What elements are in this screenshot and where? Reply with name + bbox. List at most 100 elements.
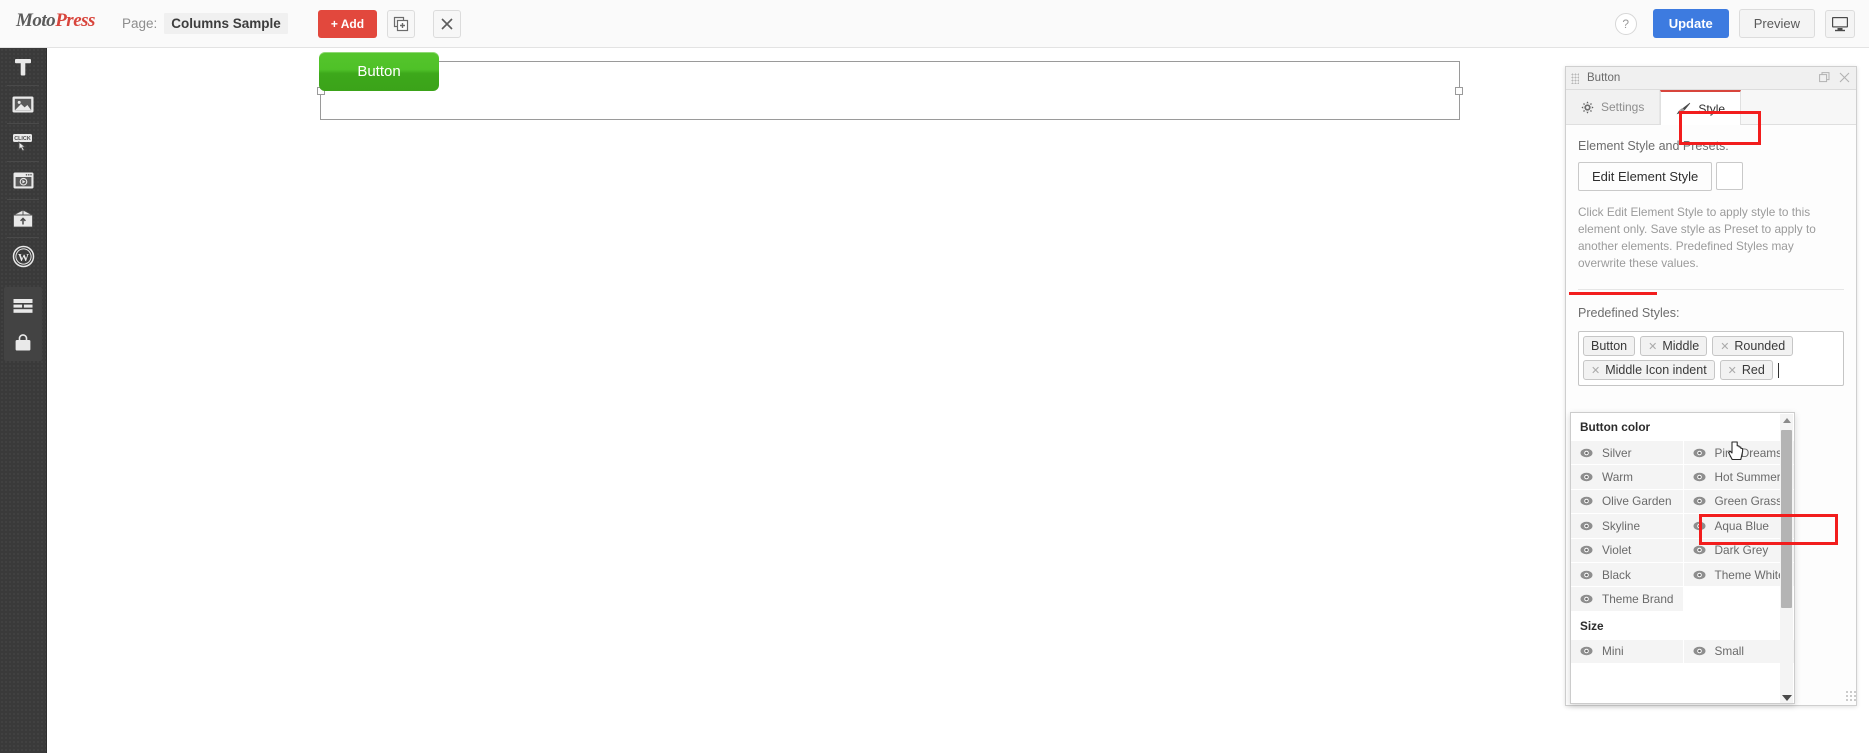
predefined-styles-label: Predefined Styles: (1578, 306, 1680, 321)
panel-header-buttons (1819, 70, 1850, 88)
dropdown-item-black[interactable]: Black (1571, 562, 1684, 588)
sidebar-item-rows[interactable] (4, 287, 42, 324)
canvas-row-container[interactable]: Button (317, 52, 1463, 120)
click-button-icon: CLICK (13, 133, 32, 152)
package-box-icon (13, 209, 33, 227)
device-preview-button[interactable] (1825, 9, 1855, 38)
tab-settings-label: Settings (1601, 100, 1645, 114)
dropdown-item-label: Pink Dreams (1714, 445, 1783, 460)
remove-tag-icon[interactable]: ✕ (1728, 364, 1737, 377)
sidebar-group-shop (4, 287, 42, 361)
svg-text:CLICK: CLICK (14, 136, 31, 142)
predefined-styles-tag-input[interactable]: Button ✕ Middle ✕ Rounded ✕ Middle Icon … (1578, 331, 1844, 387)
help-label: ? (1622, 16, 1630, 31)
close-icon (441, 17, 453, 30)
style-tag-middle[interactable]: ✕ Middle (1640, 336, 1708, 357)
dropdown-item-hot-summer[interactable]: Hot Summer (1683, 465, 1794, 490)
eye-icon (1693, 570, 1705, 579)
remove-tag-icon[interactable]: ✕ (1648, 340, 1657, 353)
dropdown-item-label: Aqua Blue (1714, 518, 1769, 533)
sidebar-item-image[interactable] (0, 86, 46, 123)
style-tag-button[interactable]: Button (1583, 336, 1636, 357)
dropdown-group-items: Silver Pink Dreams Warm Hot Summer Olive… (1571, 441, 1794, 612)
style-tag-middle-icon-indent[interactable]: ✕ Middle Icon indent (1583, 360, 1715, 381)
scrollbar-thumb[interactable] (1781, 430, 1792, 608)
video-player-icon (13, 172, 33, 189)
dropdown-item-label: Silver (1602, 445, 1632, 460)
edit-element-style-button[interactable]: Edit Element Style (1578, 162, 1713, 191)
gear-icon (1581, 100, 1594, 114)
dropdown-item-label: Black (1602, 567, 1631, 582)
resize-handle-right[interactable] (1455, 87, 1463, 95)
wordpress-icon: W (12, 245, 34, 268)
panel-resize-grip[interactable] (1845, 690, 1858, 703)
remove-tag-icon[interactable]: ✕ (1591, 364, 1600, 377)
dropdown-item-small[interactable]: Small (1683, 639, 1794, 665)
predefined-styles-dropdown[interactable]: Button color Silver Pink Dreams Warm Hot… (1570, 412, 1795, 704)
dropdown-item-aqua-blue[interactable]: Aqua Blue (1683, 514, 1794, 539)
add-button[interactable]: + Add (317, 9, 378, 38)
style-tag-red[interactable]: ✕ Red (1719, 360, 1773, 381)
sidebar-item-button[interactable]: CLICK (0, 124, 46, 161)
eye-icon (1580, 647, 1593, 656)
logo-press-text: Press (55, 9, 95, 31)
dropdown-item-green-grass[interactable]: Green Grass (1683, 489, 1794, 515)
logo-moto-text: Moto (16, 9, 56, 31)
left-tool-sidebar: CLICK W (0, 48, 47, 753)
panel-title: Button (1587, 72, 1621, 84)
style-tag-rounded[interactable]: ✕ Rounded (1712, 336, 1794, 357)
panel-close-button[interactable] (1839, 70, 1850, 88)
dropdown-item-mini[interactable]: Mini (1571, 639, 1684, 665)
dropdown-item-olive-garden[interactable]: Olive Garden (1571, 489, 1684, 515)
dropdown-item-skyline[interactable]: Skyline (1571, 514, 1684, 539)
scrollbar-down-button[interactable] (1780, 691, 1793, 703)
eye-icon (1580, 448, 1593, 457)
shopping-bag-icon (15, 333, 31, 350)
style-tag-label: Middle Icon indent (1605, 363, 1707, 378)
dropdown-item-theme-white[interactable]: Theme White (1683, 562, 1794, 588)
close-editor-button[interactable] (433, 9, 462, 38)
sidebar-item-shop[interactable] (4, 324, 42, 361)
update-button[interactable]: Update (1652, 9, 1729, 38)
dropdown-item-theme-brand[interactable]: Theme Brand (1571, 587, 1684, 612)
dropdown-item-dark-grey[interactable]: Dark Grey (1683, 538, 1794, 563)
preview-button[interactable]: Preview (1738, 9, 1815, 38)
style-tag-label: Button (1591, 339, 1628, 354)
dropdown-item-warm[interactable]: Warm (1571, 465, 1684, 490)
dropdown-item-label: Green Grass (1714, 494, 1783, 509)
panel-drag-handle[interactable] (1571, 72, 1579, 84)
tab-settings[interactable]: Settings (1566, 90, 1661, 124)
restore-window-icon (1819, 72, 1830, 83)
sidebar-item-package[interactable] (0, 200, 46, 237)
dropdown-item-empty (1683, 587, 1794, 612)
panel-restore-button[interactable] (1819, 70, 1830, 88)
sidebar-item-video[interactable] (0, 162, 46, 199)
scrollbar-up-button[interactable] (1780, 414, 1793, 427)
tab-style[interactable]: Style (1660, 90, 1742, 125)
eye-icon (1693, 546, 1705, 555)
dropdown-scrollbar[interactable] (1780, 414, 1793, 703)
duplicate-button[interactable] (387, 9, 416, 38)
element-style-preset-swatch[interactable] (1716, 162, 1744, 190)
rows-layout-icon (13, 298, 33, 313)
page-title[interactable]: Columns Sample (164, 13, 288, 34)
text-caret (1777, 362, 1779, 378)
dropdown-item-label: Warm (1602, 470, 1634, 485)
dropdown-item-label: Small (1714, 644, 1745, 659)
help-button[interactable]: ? (1614, 12, 1637, 35)
page-label: Page: (122, 16, 158, 31)
tab-style-label: Style (1698, 101, 1726, 116)
motopress-logo: MotoPress (16, 9, 95, 38)
element-style-hint: Click Edit Element Style to apply style … (1578, 205, 1816, 271)
dropdown-group-items: Mini Small (1571, 639, 1794, 665)
dropdown-item-violet[interactable]: Violet (1571, 538, 1684, 563)
eye-icon (1580, 570, 1593, 579)
eye-icon (1580, 472, 1593, 482)
canvas-button-element[interactable]: Button (319, 52, 439, 91)
remove-tag-icon[interactable]: ✕ (1720, 340, 1729, 353)
dropdown-item-silver[interactable]: Silver (1571, 441, 1684, 466)
dropdown-item-pink-dreams[interactable]: Pink Dreams (1683, 441, 1794, 466)
dropdown-scroll-content: Button color Silver Pink Dreams Warm Hot… (1571, 413, 1794, 665)
sidebar-item-text[interactable] (0, 48, 46, 85)
sidebar-item-wordpress[interactable]: W (0, 238, 46, 275)
